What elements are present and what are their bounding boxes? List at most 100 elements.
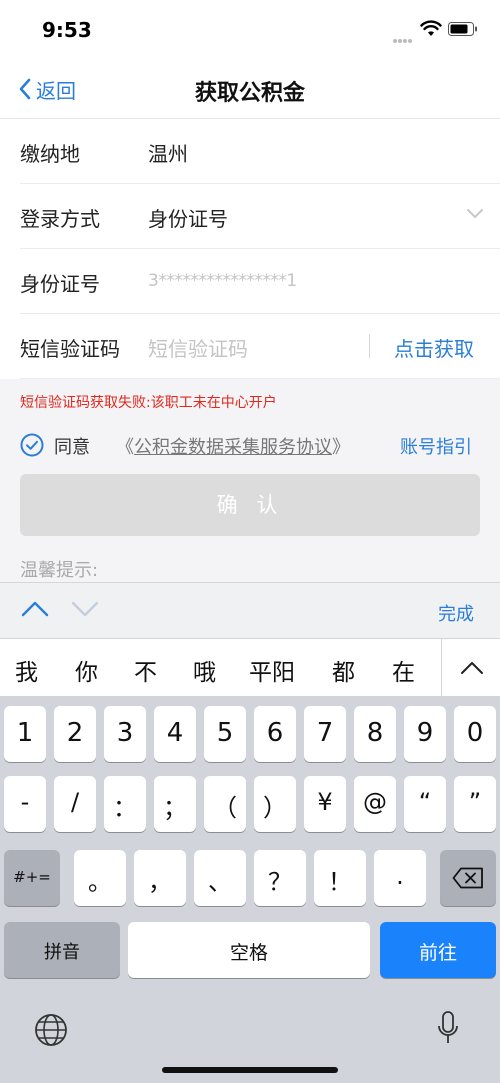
key-label: . [396,862,404,890]
key[interactable]: ？ [254,850,306,906]
candidate-item[interactable]: 不 [134,653,157,687]
key[interactable]: 9 [404,706,446,762]
keyboard-accessory-bar: 完成 [0,582,500,639]
key[interactable]: 2 [54,706,96,762]
key-label: ， [148,868,172,896]
account-guide-link[interactable]: 账号指引 [400,433,472,459]
home-indicator [162,1067,338,1073]
key-label: ） [263,794,287,822]
key[interactable]: ¥ [304,776,346,832]
nav-bar: 返回 获取公积金 [0,60,500,119]
key-label: - [20,788,30,816]
key-label: ” [468,788,482,816]
key[interactable]: 1 [4,706,46,762]
key-label: 。 [88,868,112,896]
status-time: 9:53 [42,18,92,42]
globe-icon[interactable] [33,1012,69,1048]
key[interactable]: （ [204,776,246,832]
candidate-item[interactable]: 都 [332,653,355,687]
candidate-item[interactable]: 在 [392,653,415,687]
key[interactable]: @ [354,776,396,832]
id-number-label: 身份证号 [20,272,100,296]
key[interactable]: 8 [354,706,396,762]
symbols-key[interactable]: #+= [4,850,60,906]
key-label: 9 [416,718,434,748]
key[interactable]: ； [154,776,196,832]
sms-code-input[interactable]: 短信验证码 [148,333,248,362]
key[interactable]: ： [104,776,146,832]
done-button[interactable]: 完成 [438,600,474,626]
agreement-row: 同意 《公积金数据采集服务协议》 账号指引 [20,430,480,460]
key[interactable]: 0 [454,706,496,762]
error-message: 短信验证码获取失败:该职工未在中心开户 [20,395,277,411]
key[interactable]: 3 [104,706,146,762]
candidate-item[interactable]: 平阳 [249,653,295,687]
page-title: 获取公积金 [194,81,305,106]
key[interactable]: / [54,776,96,832]
form: 缴纳地 温州 登录方式 身份证号 身份证号 3****************1… [0,119,500,379]
pay-location-row[interactable]: 缴纳地 温州 [20,119,500,184]
key[interactable]: - [4,776,46,832]
chevron-up-icon[interactable] [20,599,50,619]
pay-location-label: 缴纳地 [20,142,80,166]
id-number-row: 身份证号 3****************1 [20,249,500,314]
key[interactable]: 。 [74,850,126,906]
expand-candidates-button[interactable] [441,639,500,697]
key-label: 0 [466,718,484,748]
key[interactable]: “ [404,776,446,832]
key[interactable]: ， [134,850,186,906]
chevron-down-icon[interactable] [70,599,100,619]
go-key[interactable]: 前往 [380,922,496,978]
key-label: ； [163,794,187,822]
checkbox-checked-icon[interactable] [20,433,44,457]
space-key[interactable]: 空格 [128,922,370,978]
key[interactable]: ” [454,776,496,832]
confirm-button[interactable]: 确 认 [20,474,480,536]
pay-location-value: 温州 [148,142,188,166]
login-method-row[interactable]: 登录方式 身份证号 [20,184,500,249]
candidate-item[interactable]: 我 [15,653,38,687]
key[interactable]: 7 [304,706,346,762]
tips-label: 温馨提示: [20,560,99,581]
candidate-item[interactable]: 你 [75,653,98,687]
key[interactable]: . [374,850,426,906]
key[interactable]: 6 [254,706,296,762]
key-label: 6 [266,718,284,748]
candidate-item[interactable]: 哦 [193,653,216,687]
wifi-icon [420,20,442,36]
key[interactable]: ！ [314,850,366,906]
key-label: ： [113,794,137,822]
key[interactable]: 5 [204,706,246,762]
key-label: @ [363,788,387,816]
pinyin-key[interactable]: 拼音 [4,922,120,978]
id-number-field[interactable]: 3****************1 [148,271,297,291]
key-label: 7 [316,718,334,748]
agreement-link-text: 公积金数据采集服务协议 [134,437,332,458]
key-label: 前往 [418,942,457,964]
get-code-button[interactable]: 点击获取 [394,333,474,362]
key[interactable]: 、 [194,850,246,906]
chevron-down-icon [467,209,483,218]
key-label: #+= [13,868,51,886]
delete-key[interactable] [440,850,496,906]
key-label: “ [418,788,432,816]
key[interactable]: ） [254,776,296,832]
sms-code-label: 短信验证码 [20,337,120,361]
key[interactable]: 4 [154,706,196,762]
login-method-label: 登录方式 [20,207,100,231]
keyboard: 1 2 3 4 5 6 7 8 9 0 - / ： ； （ ） ¥ @ “ ” … [0,696,500,1083]
key-label: 拼音 [44,942,80,963]
microphone-icon[interactable] [436,1010,460,1046]
key-label: （ [213,794,237,822]
key-label: ¥ [317,788,333,816]
chevron-up-icon [461,662,483,674]
key-label: 5 [216,718,234,748]
key-label: 3 [116,718,134,748]
candidate-bar: 我 你 不 哦 平阳 都 在 [0,638,500,697]
sms-code-row: 短信验证码 短信验证码 点击获取 [20,314,500,379]
key-label: 、 [208,868,232,896]
signal-icon [393,28,415,43]
close-quote: 》 [332,437,350,458]
backspace-icon [452,867,483,889]
agreement-link[interactable]: 《公积金数据采集服务协议》 [116,433,350,459]
